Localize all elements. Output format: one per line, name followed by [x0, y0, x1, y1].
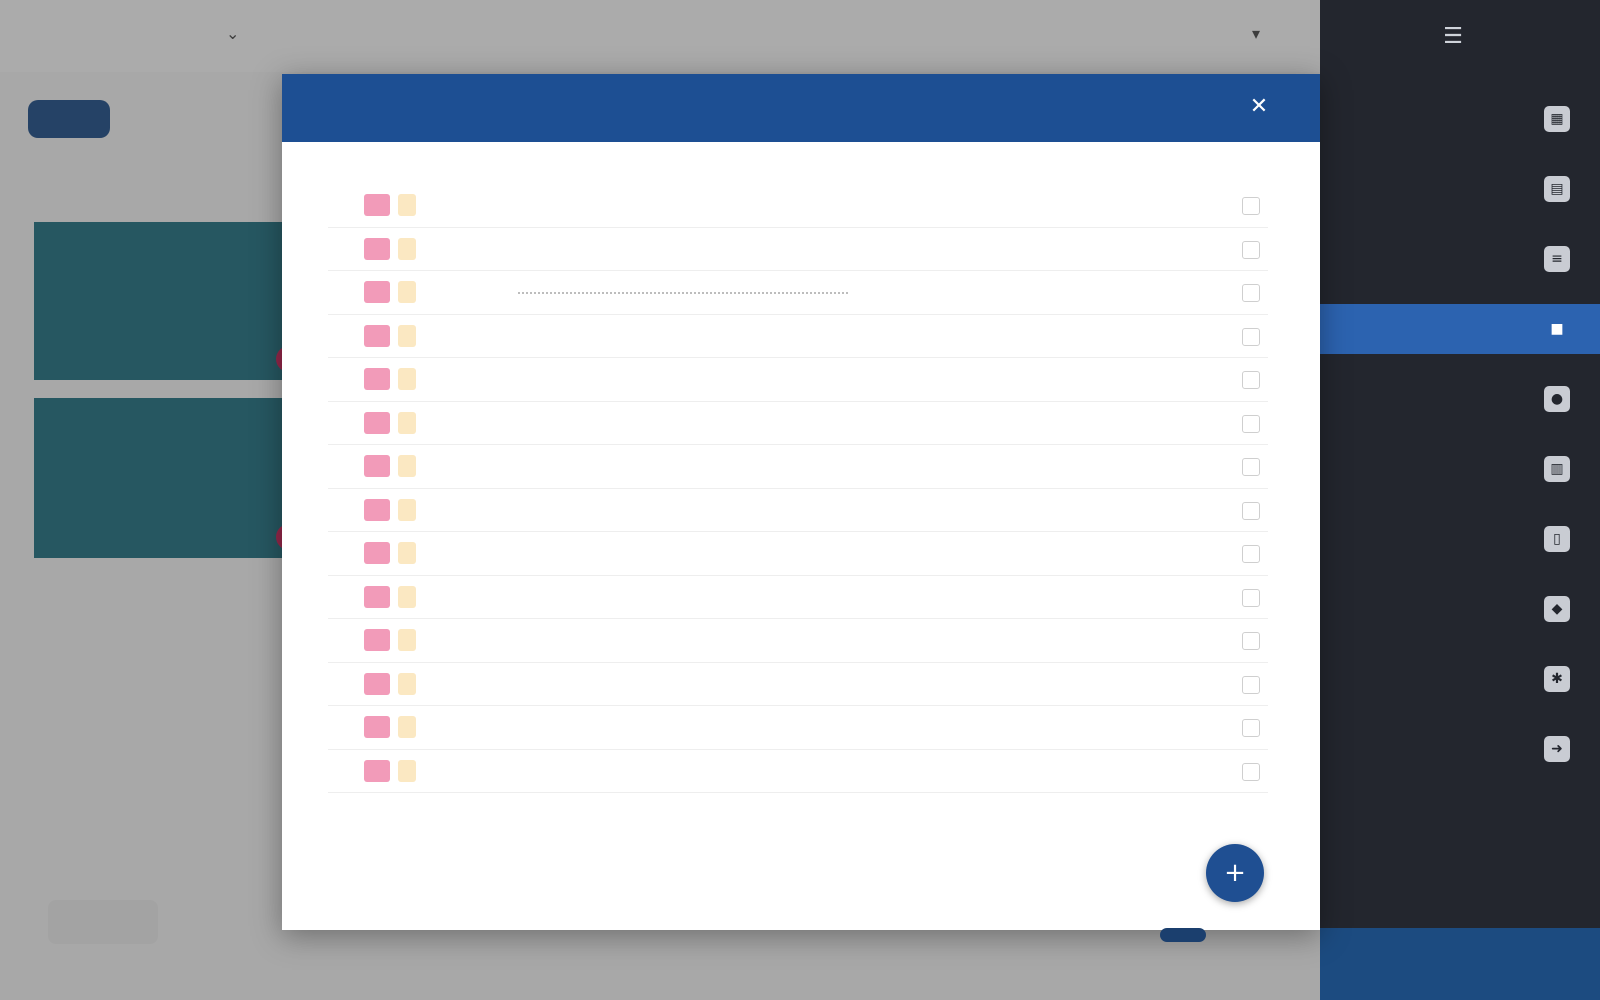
item-checkbox[interactable] [1242, 501, 1260, 520]
color-swatch [364, 281, 390, 303]
item-list [328, 184, 1268, 793]
list-item[interactable] [328, 228, 1268, 271]
sidebar-item[interactable]: ➜ [1320, 724, 1600, 774]
sidebar-item[interactable]: ▯ [1320, 514, 1600, 564]
list-item[interactable] [328, 619, 1268, 663]
color-swatch [364, 237, 390, 260]
menu-icon[interactable]: ☰ [1436, 20, 1470, 54]
sidebar [1320, 0, 1600, 1000]
color-swatch-secondary [398, 585, 416, 608]
list-item[interactable] [328, 663, 1268, 706]
close-icon[interactable]: ✕ [1242, 90, 1276, 124]
color-swatch [364, 629, 390, 651]
document-icon: ▯ [1544, 526, 1570, 552]
sidebar-item[interactable]: ✱ [1320, 654, 1600, 704]
color-swatch [364, 368, 390, 390]
list-item[interactable] [328, 576, 1268, 619]
color-swatch [364, 194, 390, 216]
color-swatch-secondary [398, 281, 416, 303]
item-checkbox[interactable] [1242, 588, 1260, 607]
color-swatch-secondary [398, 672, 416, 695]
item-checkbox[interactable] [1242, 762, 1260, 781]
color-swatch [364, 672, 390, 695]
item-checkbox[interactable] [1242, 284, 1260, 302]
dashboard-icon: ▦ [1544, 106, 1570, 132]
calendar-icon: ▤ [1544, 176, 1570, 202]
tag-icon: ◆ [1544, 596, 1570, 622]
settings-icon: ✱ [1544, 666, 1570, 692]
color-swatch-secondary [398, 759, 416, 782]
item-checkbox[interactable] [1242, 240, 1260, 259]
list-item[interactable] [328, 402, 1268, 445]
list-item[interactable] [328, 750, 1268, 793]
list-item[interactable] [328, 315, 1268, 358]
item-checkbox[interactable] [1242, 632, 1260, 650]
list-item[interactable] [328, 271, 1268, 315]
color-swatch [364, 498, 390, 521]
item-checkbox[interactable] [1242, 675, 1260, 694]
list-item[interactable] [328, 184, 1268, 228]
color-swatch-secondary [398, 411, 416, 434]
sidebar-item[interactable]: ▤ [1320, 164, 1600, 214]
color-swatch [364, 324, 390, 347]
folder-icon: ■ [1544, 316, 1570, 342]
list-item[interactable] [328, 489, 1268, 532]
color-swatch-secondary [398, 716, 416, 738]
modal-header: ✕ [282, 74, 1320, 142]
color-swatch-secondary [398, 237, 416, 260]
item-checkbox[interactable] [1242, 414, 1260, 433]
color-swatch [364, 542, 390, 564]
list-icon: ≡ [1544, 246, 1570, 272]
color-swatch [364, 411, 390, 434]
list-item[interactable] [328, 532, 1268, 576]
scroll-indicator [1160, 928, 1206, 942]
list-item[interactable] [328, 706, 1268, 750]
item-checkbox[interactable] [1242, 458, 1260, 476]
item-checkbox[interactable] [1242, 371, 1260, 389]
users-icon: ● [1544, 386, 1570, 412]
color-swatch [364, 585, 390, 608]
chart-icon: ▥ [1544, 456, 1570, 482]
add-button[interactable]: + [1206, 844, 1264, 902]
item-checkbox[interactable] [1242, 327, 1260, 346]
color-swatch-secondary [398, 498, 416, 521]
color-swatch [364, 455, 390, 477]
item-checkbox[interactable] [1242, 197, 1260, 215]
color-swatch [364, 759, 390, 782]
color-swatch-secondary [398, 368, 416, 390]
modal-dialog: ✕ + [282, 74, 1320, 930]
item-checkbox[interactable] [1242, 545, 1260, 563]
divider-dotted [518, 292, 848, 294]
color-swatch-secondary [398, 542, 416, 564]
sidebar-item[interactable]: ▦ [1320, 94, 1600, 144]
logout-icon: ➜ [1544, 736, 1570, 762]
sidebar-bottom-button[interactable] [1320, 928, 1600, 1000]
item-checkbox[interactable] [1242, 719, 1260, 737]
color-swatch-secondary [398, 455, 416, 477]
sidebar-item[interactable]: ◆ [1320, 584, 1600, 634]
add-icon: + [1224, 858, 1246, 888]
color-swatch-secondary [398, 194, 416, 216]
sidebar-item[interactable]: ▥ [1320, 444, 1600, 494]
sidebar-item[interactable]: ● [1320, 374, 1600, 424]
list-item[interactable] [328, 358, 1268, 402]
sidebar-item-active[interactable]: ■ [1320, 304, 1600, 354]
color-swatch [364, 716, 390, 738]
list-item[interactable] [328, 445, 1268, 489]
color-swatch-secondary [398, 324, 416, 347]
color-swatch-secondary [398, 629, 416, 651]
sidebar-item[interactable]: ≡ [1320, 234, 1600, 284]
